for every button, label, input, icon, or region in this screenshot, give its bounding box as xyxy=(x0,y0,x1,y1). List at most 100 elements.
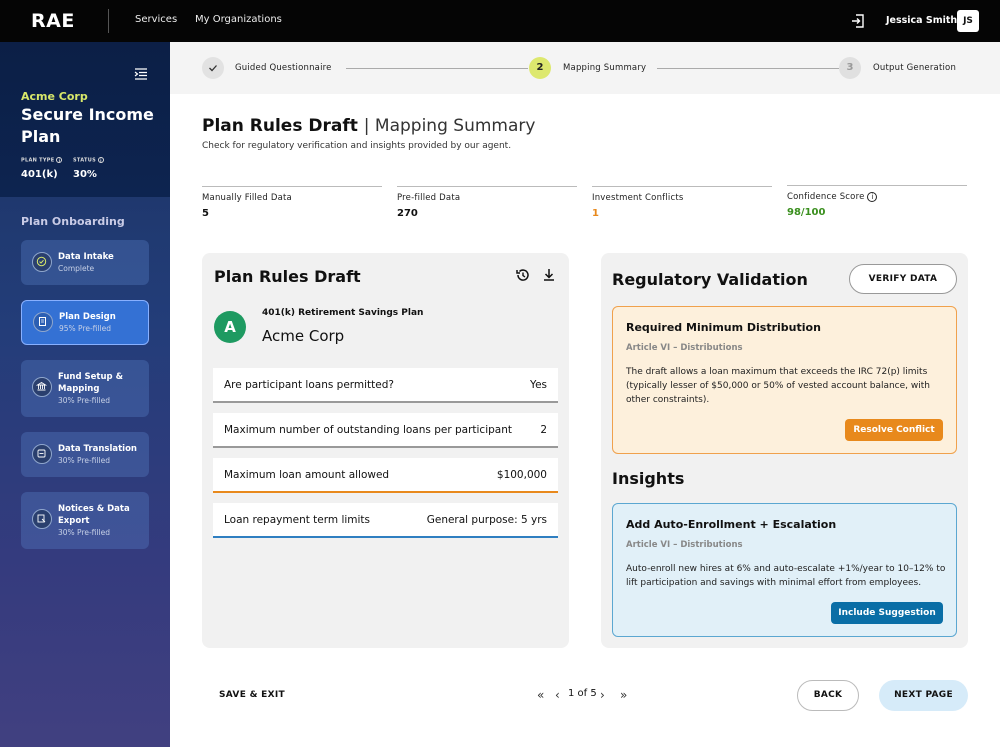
previous-page-icon[interactable]: ‹ xyxy=(555,688,560,702)
sidebar-step-title: Data Intake xyxy=(58,252,114,262)
check-badge-icon xyxy=(32,252,52,272)
save-exit-button[interactable]: SAVE & EXIT xyxy=(219,690,285,700)
company-name: Acme Corp xyxy=(262,327,345,345)
stat-value: 270 xyxy=(397,208,418,219)
step-label-guided-questionnaire[interactable]: Guided Questionnaire xyxy=(235,63,332,73)
step-label-output-generation[interactable]: Output Generation xyxy=(873,63,956,73)
page-description: Check for regulatory verification and in… xyxy=(202,141,512,151)
insight-card: Add Auto-Enrollment + Escalation Article… xyxy=(612,503,957,637)
plan-org-name: Acme Corp xyxy=(21,90,88,103)
rule-answer: Yes xyxy=(530,379,547,391)
stat-label-text: Confidence Score xyxy=(787,192,865,202)
resolve-conflict-button[interactable]: Resolve Conflict xyxy=(845,419,943,441)
plan-type-label: PLAN TYPE i xyxy=(21,157,63,164)
conflict-title: Required Minimum Distribution xyxy=(626,321,821,334)
verify-data-button[interactable]: VERIFY DATA xyxy=(849,264,957,294)
sidebar-step-title: Fund Setup & Mapping xyxy=(58,372,123,394)
plan-header: Acme Corp Secure Income Plan PLAN TYPE i … xyxy=(0,42,170,197)
document-icon xyxy=(33,312,53,332)
rule-question: Are participant loans permitted? xyxy=(224,379,394,391)
translate-icon xyxy=(32,444,52,464)
conflict-article: Article VI – Distributions xyxy=(626,343,743,353)
conflict-description: The draft allows a loan maximum that exc… xyxy=(626,367,930,405)
page-title-subtitle: | Mapping Summary xyxy=(363,116,536,136)
user-name[interactable]: Jessica Smith xyxy=(886,15,957,26)
step-number-current[interactable]: 2 xyxy=(529,57,551,79)
collapse-sidebar-icon[interactable] xyxy=(134,67,148,81)
pagination-status: 1 of 5 xyxy=(568,688,597,699)
stat-value: 1 xyxy=(592,208,599,219)
info-icon[interactable]: i xyxy=(97,157,104,163)
stat-pre-filled: Pre-filled Data 270 xyxy=(397,186,577,219)
stat-label: Pre-filled Data xyxy=(397,193,461,203)
stat-label: Manually Filled Data xyxy=(202,193,292,203)
nav-link-services[interactable]: Services xyxy=(135,14,177,25)
rule-answer: 2 xyxy=(540,424,547,436)
sidebar-step-title: Data Translation xyxy=(58,444,137,454)
status-value: 30% xyxy=(73,169,97,180)
status-label: STATUS i xyxy=(73,157,104,164)
back-button[interactable]: BACK xyxy=(797,680,859,711)
nav-divider xyxy=(108,9,109,33)
insight-description: Auto-enroll new hires at 6% and auto-esc… xyxy=(626,564,946,588)
first-page-icon[interactable]: « xyxy=(537,688,544,702)
stat-investment-conflicts: Investment Conflicts 1 xyxy=(592,186,772,219)
status-label-text: STATUS xyxy=(73,157,96,164)
stat-confidence-score: Confidence Score i 98/100 xyxy=(787,185,967,218)
step-label-mapping-summary[interactable]: Mapping Summary xyxy=(563,63,646,73)
sidebar: Acme Corp Secure Income Plan PLAN TYPE i … xyxy=(0,42,170,747)
export-icon xyxy=(32,509,52,529)
progress-stepper: Guided Questionnaire 2 Mapping Summary 3… xyxy=(170,42,1000,94)
insight-title: Add Auto-Enrollment + Escalation xyxy=(626,518,837,531)
sidebar-step-status: 95% Pre-filled xyxy=(59,324,111,333)
insight-article: Article VI – Distributions xyxy=(626,540,743,550)
nav-link-my-organizations[interactable]: My Organizations xyxy=(195,14,282,25)
info-icon[interactable]: i xyxy=(867,192,878,202)
user-avatar[interactable]: JS xyxy=(957,10,979,32)
rule-question: Maximum number of outstanding loans per … xyxy=(224,424,512,436)
page-title: Plan Rules Draft | Mapping Summary xyxy=(202,116,535,136)
sidebar-step-fund-setup[interactable]: Fund Setup & Mapping 30% Pre-filled xyxy=(21,360,149,417)
plan-name: Secure Income Plan xyxy=(21,105,154,146)
rule-question: Loan repayment term limits xyxy=(224,514,371,526)
sidebar-step-data-intake[interactable]: Data Intake Complete xyxy=(21,240,149,285)
app-logo[interactable]: RAE xyxy=(31,10,75,32)
sign-in-icon[interactable] xyxy=(850,13,866,29)
stat-manually-filled: Manually Filled Data 5 xyxy=(202,186,382,219)
panel-title: Regulatory Validation xyxy=(612,270,808,289)
bank-icon xyxy=(32,377,52,397)
rule-question: Maximum loan amount allowed xyxy=(224,469,390,481)
include-suggestion-button[interactable]: Include Suggestion xyxy=(831,602,943,624)
plan-type-label-text: PLAN TYPE xyxy=(21,157,55,164)
sidebar-step-status: 30% Pre-filled xyxy=(58,456,110,465)
company-avatar: A xyxy=(214,311,246,343)
step-connector xyxy=(346,68,528,69)
stat-label: Investment Conflicts xyxy=(592,193,684,203)
stat-label: Confidence Score i xyxy=(787,192,967,202)
next-page-button[interactable]: NEXT PAGE xyxy=(879,680,968,711)
history-icon[interactable] xyxy=(515,267,531,283)
info-icon[interactable]: i xyxy=(56,157,63,163)
step-number-pending[interactable]: 3 xyxy=(839,57,861,79)
sidebar-step-data-translation[interactable]: Data Translation 30% Pre-filled xyxy=(21,432,149,477)
sidebar-step-plan-design[interactable]: Plan Design 95% Pre-filled xyxy=(21,300,149,345)
rule-answer: General purpose: 5 yrs xyxy=(426,514,547,526)
conflict-card: Required Minimum Distribution Article VI… xyxy=(612,306,957,454)
sidebar-step-title: Plan Design xyxy=(59,312,116,322)
step-complete-check-icon[interactable] xyxy=(202,57,224,79)
rule-answer: $100,000 xyxy=(496,469,547,481)
rule-row-max-loans[interactable]: Maximum number of outstanding loans per … xyxy=(213,413,558,448)
insights-title: Insights xyxy=(612,469,685,488)
stat-value: 98/100 xyxy=(787,207,826,218)
rule-row-max-loan-amount[interactable]: Maximum loan amount allowed $100,000 xyxy=(213,458,558,493)
top-navigation-bar: RAE Services My Organizations Jessica Sm… xyxy=(0,0,1000,42)
sidebar-step-status: Complete xyxy=(58,264,95,273)
rule-row-repayment-term[interactable]: Loan repayment term limits General purpo… xyxy=(213,503,558,538)
page-title-main: Plan Rules Draft xyxy=(202,116,358,136)
sidebar-step-status: 30% Pre-filled xyxy=(58,396,110,405)
last-page-icon[interactable]: » xyxy=(620,688,627,702)
sidebar-step-notices-export[interactable]: Notices & Data Export 30% Pre-filled xyxy=(21,492,149,549)
next-page-icon[interactable]: › xyxy=(600,688,605,702)
rule-row-loans-permitted[interactable]: Are participant loans permitted? Yes xyxy=(213,368,558,403)
download-icon[interactable] xyxy=(541,267,557,283)
